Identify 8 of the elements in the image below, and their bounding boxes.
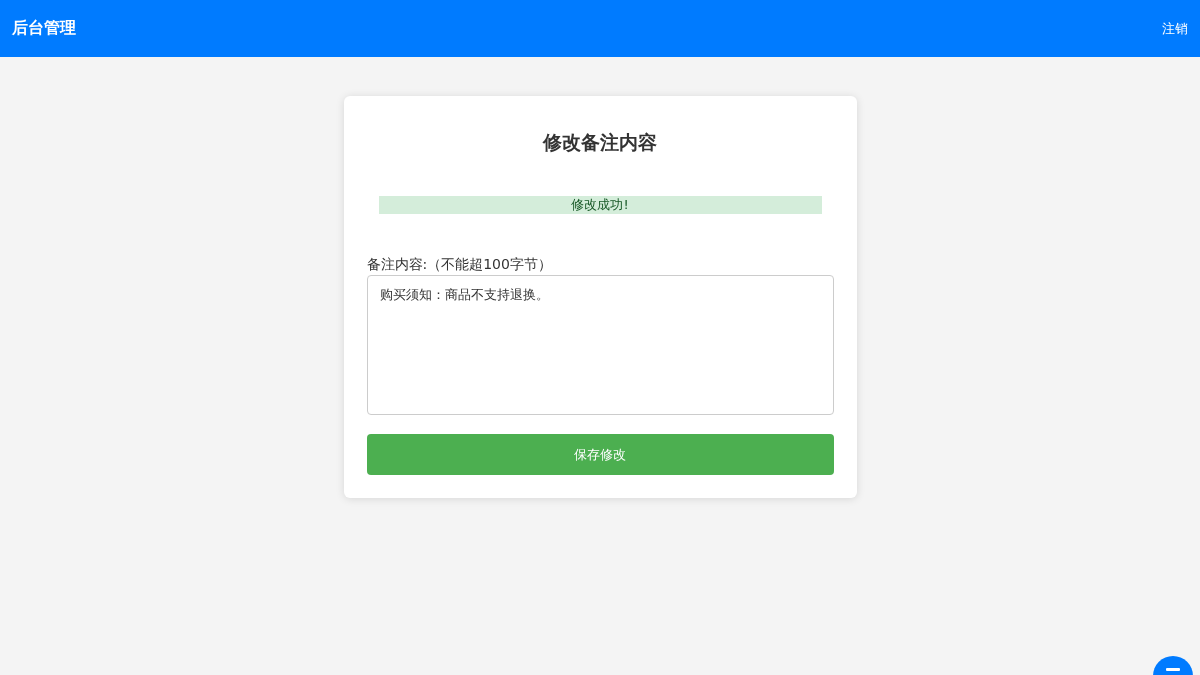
success-message: 修改成功!	[378, 196, 822, 214]
minus-icon	[1166, 668, 1180, 671]
save-button[interactable]: 保存修改	[366, 434, 834, 475]
note-textarea[interactable]: 购买须知：商品不支持退换。	[366, 275, 834, 415]
logout-link[interactable]: 注销	[1162, 19, 1188, 38]
field-label: 备注内容:（不能超100字节）	[366, 256, 553, 274]
form-title: 修改备注内容	[541, 130, 658, 155]
app-title: 后台管理	[12, 18, 76, 39]
